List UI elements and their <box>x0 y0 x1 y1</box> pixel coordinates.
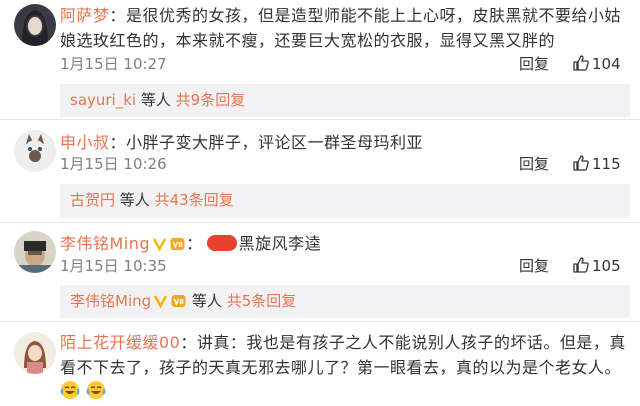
laughing-crying-emoji <box>60 381 80 399</box>
sub-replies-text: 李伟铭Ming 等人 共5条回复 <box>70 291 296 312</box>
comment-text: 李伟铭Ming ： 黑旋风李逵 <box>60 233 321 255</box>
like-count: 104 <box>592 55 621 73</box>
avatar[interactable] <box>14 4 56 46</box>
comment-item: 李伟铭Ming ： 黑旋风李逵 1月15日 10:35 回复 105 李伟铭Ming… <box>0 223 640 319</box>
avatar[interactable] <box>14 231 56 273</box>
comment-text: 陌上花开缓缓00：讲真：我也是有孩子之人不能说别人孩子的坏话。但是，真 <box>60 332 626 354</box>
sub-reply-user[interactable]: 李伟铭Ming <box>70 292 151 310</box>
comment-item: 申小叔：小胖子变大胖子，评论区一群圣母玛利亚 1月15日 10:26 回复 11… <box>0 120 640 220</box>
separator: ： <box>109 133 127 152</box>
sub-replies[interactable]: 李伟铭Ming 等人 共5条回复 <box>60 285 630 318</box>
timestamp: 1月15日 10:26 <box>60 155 167 173</box>
username-link[interactable]: 陌上花开缓缓00 <box>60 333 180 352</box>
verified-v-icon <box>153 238 167 251</box>
timestamp: 1月15日 10:27 <box>60 55 167 73</box>
sub-replies[interactable]: sayuri_ki 等人 共9条回复 <box>60 84 630 117</box>
like-count: 105 <box>592 257 621 275</box>
more-replies-link[interactable]: 共9条回复 <box>176 91 246 109</box>
comment-text: 阿萨梦：是很优秀的女孩，但是造型师能不能上上心呀，皮肤黑就不要给小姑 <box>60 5 621 27</box>
redacted-mark <box>206 235 237 251</box>
sub-reply-etc: 等人 <box>140 91 171 109</box>
more-replies-link[interactable]: 共5条回复 <box>227 292 297 310</box>
sub-reply-etc: 等人 <box>191 292 222 310</box>
separator: ： <box>109 6 127 25</box>
comment-text-cont: 娘选玫红色的，本来就不瘦，还要巨大宽松的衣服，显得又黑又胖的 <box>60 31 556 50</box>
sub-replies-text: 古贺円 等人 共43条回复 <box>70 190 234 211</box>
sub-reply-user[interactable]: 古贺円 <box>70 191 115 209</box>
username-link[interactable]: 申小叔 <box>60 133 110 152</box>
comment-body: 是很优秀的女孩，但是造型师能不能上上心呀，皮肤黑就不要给小姑 <box>126 6 622 25</box>
like-button[interactable]: 104 <box>572 54 621 74</box>
emoji-row <box>60 380 106 406</box>
vip-badge-icon <box>171 295 186 307</box>
sub-replies-text: sayuri_ki 等人 共9条回复 <box>70 90 245 111</box>
username-link[interactable]: 阿萨梦 <box>60 6 110 25</box>
reply-button[interactable]: 回复 <box>519 54 549 74</box>
comment-text-cont: 看不下去了，孩子的天真无邪去哪儿了？第一眼看去，真的以为是个老女人。 <box>60 358 622 377</box>
comment-body: 黑旋风李逵 <box>238 234 322 253</box>
comment-item: 陌上花开缓缓00：讲真：我也是有孩子之人不能说别人孩子的坏话。但是，真 看不下去… <box>0 322 640 406</box>
like-button[interactable]: 115 <box>572 154 621 174</box>
comment-body: 小胖子变大胖子，评论区一群圣母玛利亚 <box>126 133 424 152</box>
sub-reply-user[interactable]: sayuri_ki <box>70 91 136 109</box>
timestamp: 1月15日 10:35 <box>60 257 167 275</box>
comment-item: 阿萨梦：是很优秀的女孩，但是造型师能不能上上心呀，皮肤黑就不要给小姑 娘选玫红色… <box>0 0 640 117</box>
username-link[interactable]: 李伟铭Ming <box>60 234 150 253</box>
separator: ： <box>180 333 197 352</box>
thumbs-up-icon <box>573 55 589 71</box>
laughing-crying-emoji <box>86 381 105 399</box>
comment-text: 申小叔：小胖子变大胖子，评论区一群圣母玛利亚 <box>60 132 423 154</box>
verified-v-icon <box>154 295 168 308</box>
reply-button[interactable]: 回复 <box>519 256 549 276</box>
avatar[interactable] <box>14 332 56 374</box>
separator: ： <box>186 234 203 253</box>
sub-replies[interactable]: 古贺円 等人 共43条回复 <box>60 184 630 217</box>
thumbs-up-icon <box>573 155 589 171</box>
comment-body: 讲真：我也是有孩子之人不能说别人孩子的坏话。但是，真 <box>196 333 626 352</box>
vip-badge-icon <box>170 238 185 250</box>
avatar[interactable] <box>14 130 56 172</box>
thumbs-up-icon <box>573 257 589 273</box>
reply-button[interactable]: 回复 <box>519 154 549 174</box>
sub-reply-etc: 等人 <box>119 191 150 209</box>
like-button[interactable]: 105 <box>572 256 621 276</box>
more-replies-link[interactable]: 共43条回复 <box>155 191 234 209</box>
like-count: 115 <box>592 155 621 173</box>
